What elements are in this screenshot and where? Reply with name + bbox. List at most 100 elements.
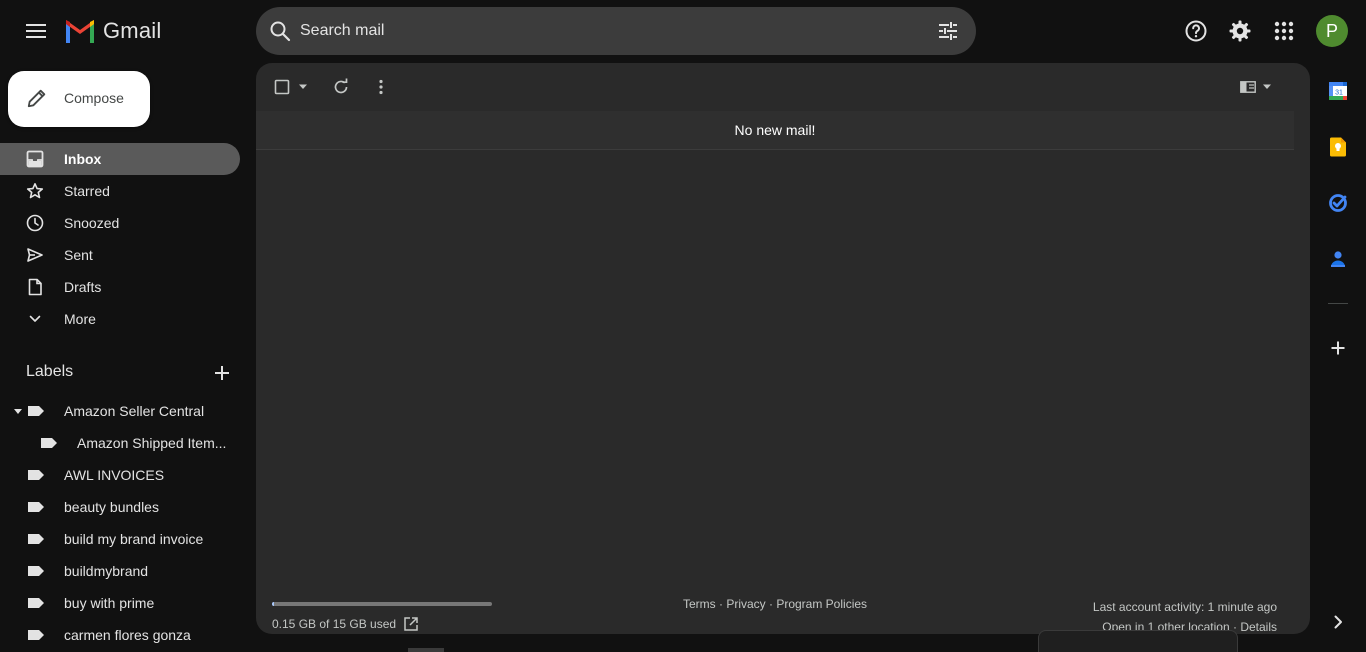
account-avatar[interactable]: P bbox=[1316, 15, 1348, 47]
svg-text:31: 31 bbox=[1335, 90, 1343, 97]
nav-more[interactable]: More bbox=[0, 303, 240, 335]
keep-app-button[interactable] bbox=[1322, 131, 1354, 163]
storage-usage-text: 0.15 GB of 15 GB used bbox=[272, 617, 397, 631]
label-tag-icon bbox=[28, 502, 44, 512]
compose-button[interactable]: Compose bbox=[8, 71, 150, 127]
label-item-amazon-shipped-items[interactable]: Amazon Shipped Item... bbox=[0, 427, 240, 459]
storage-usage-fill bbox=[272, 602, 275, 606]
label-text: buy with prime bbox=[64, 595, 155, 611]
split-pane-icon bbox=[1240, 81, 1256, 93]
gear-icon bbox=[1229, 20, 1251, 42]
footer-links[interactable]: Terms · Privacy · Program Policies bbox=[683, 597, 867, 611]
pencil-icon bbox=[27, 89, 46, 108]
search-icon[interactable] bbox=[268, 19, 292, 43]
calendar-icon: 31 bbox=[1329, 82, 1347, 100]
search-options-icon[interactable] bbox=[936, 19, 960, 43]
side-panel-divider bbox=[1328, 303, 1348, 304]
caret-down-icon[interactable] bbox=[298, 84, 308, 90]
label-item-carmen-flores-gonza[interactable]: carmen flores gonza bbox=[0, 619, 240, 651]
split-pane-toggle[interactable] bbox=[1240, 77, 1272, 97]
mail-list-panel: No new mail! 0.15 GB of 15 GB used Terms… bbox=[256, 63, 1310, 634]
storage-usage[interactable]: 0.15 GB of 15 GB used bbox=[272, 617, 418, 631]
chevron-down-icon bbox=[29, 315, 41, 322]
footer-links-text[interactable]: Terms · Privacy · Program Policies bbox=[683, 597, 867, 611]
label-tag-icon bbox=[28, 630, 44, 640]
more-vertical-icon bbox=[379, 79, 383, 95]
keep-icon bbox=[1330, 137, 1346, 157]
minimized-window-tab[interactable] bbox=[1038, 630, 1238, 652]
label-tag-icon bbox=[41, 438, 57, 448]
label-tag-icon bbox=[28, 406, 44, 416]
labels-heading: Labels bbox=[26, 363, 74, 380]
label-text: build my brand invoice bbox=[64, 531, 204, 547]
nav-sent-label: Sent bbox=[64, 247, 93, 263]
main-menu-button[interactable] bbox=[16, 11, 56, 51]
label-item-amazon-seller-central[interactable]: Amazon Seller Central bbox=[0, 395, 240, 427]
label-text: Amazon Shipped Item... bbox=[77, 435, 227, 451]
search-bar[interactable] bbox=[256, 7, 976, 55]
nav-sent[interactable]: Sent bbox=[0, 239, 240, 271]
compose-label: Compose bbox=[64, 90, 124, 106]
draft-icon bbox=[28, 278, 42, 296]
nav-snoozed-label: Snoozed bbox=[64, 215, 120, 231]
label-tag-icon bbox=[28, 566, 44, 576]
nav-starred[interactable]: Starred bbox=[0, 175, 240, 207]
contacts-app-button[interactable] bbox=[1322, 243, 1354, 275]
create-label-icon[interactable] bbox=[210, 361, 234, 385]
scroll-indicator bbox=[408, 648, 444, 652]
avatar-letter: P bbox=[1325, 20, 1338, 41]
label-tag-icon bbox=[28, 598, 44, 608]
caret-down-icon[interactable] bbox=[14, 409, 22, 414]
support-button[interactable] bbox=[1176, 11, 1216, 51]
contacts-icon bbox=[1331, 251, 1345, 267]
nav-drafts[interactable]: Drafts bbox=[0, 271, 240, 303]
expand-side-panel-button[interactable] bbox=[1322, 606, 1354, 638]
google-apps-button[interactable] bbox=[1264, 11, 1304, 51]
nav-drafts-label: Drafts bbox=[64, 279, 102, 295]
caret-down-icon[interactable] bbox=[1262, 84, 1272, 90]
nav-more-label: More bbox=[64, 311, 96, 327]
label-text: buildmybrand bbox=[64, 563, 149, 579]
label-item-buy-with-prime[interactable]: buy with prime bbox=[0, 587, 240, 619]
checkbox-icon bbox=[274, 79, 290, 95]
tasks-app-button[interactable] bbox=[1322, 187, 1354, 219]
gmail-m-icon bbox=[66, 20, 94, 43]
nav-inbox-label: Inbox bbox=[64, 151, 102, 167]
inbox-icon bbox=[26, 150, 44, 168]
gmail-logo[interactable]: Gmail bbox=[64, 16, 161, 46]
label-item-build-my-brand-invoice[interactable]: build my brand invoice bbox=[0, 523, 240, 555]
label-text: carmen flores gonza bbox=[64, 627, 191, 643]
apps-grid-icon bbox=[1274, 21, 1294, 41]
select-all-checkbox[interactable] bbox=[274, 77, 308, 97]
label-tag-icon bbox=[28, 470, 44, 480]
nav-starred-label: Starred bbox=[64, 183, 110, 199]
label-text: Amazon Seller Central bbox=[64, 403, 205, 419]
settings-button[interactable] bbox=[1220, 11, 1260, 51]
search-input[interactable] bbox=[300, 15, 920, 47]
gmail-logo-text: Gmail bbox=[103, 18, 162, 43]
storage-usage-bar bbox=[272, 602, 492, 606]
last-activity-text: Last account activity: 1 minute ago bbox=[1092, 600, 1277, 614]
label-item-beauty-bundles[interactable]: beauty bundles bbox=[0, 491, 240, 523]
label-text: beauty bundles bbox=[64, 499, 159, 515]
send-icon bbox=[27, 248, 43, 262]
nav-snoozed[interactable]: Snoozed bbox=[0, 207, 240, 239]
calendar-app-button[interactable]: 31 bbox=[1322, 75, 1354, 107]
help-icon bbox=[1185, 20, 1207, 42]
nav-inbox[interactable]: Inbox bbox=[0, 143, 240, 175]
tasks-icon bbox=[1329, 194, 1347, 212]
refresh-button[interactable] bbox=[332, 77, 350, 97]
label-item-buildmybrand[interactable]: buildmybrand bbox=[0, 555, 240, 587]
label-item-awl-invoices[interactable]: AWL INVOICES bbox=[0, 459, 240, 491]
more-options-button[interactable] bbox=[378, 77, 384, 97]
open-in-new-icon[interactable] bbox=[404, 617, 418, 631]
refresh-icon bbox=[334, 78, 348, 94]
chevron-right-icon bbox=[1334, 615, 1342, 629]
star-icon bbox=[26, 183, 44, 199]
label-tag-icon bbox=[28, 534, 44, 544]
hamburger-icon bbox=[26, 24, 46, 38]
notice-text: No new mail! bbox=[734, 122, 816, 138]
label-text: AWL INVOICES bbox=[64, 467, 165, 483]
get-addons-button[interactable] bbox=[1322, 332, 1354, 364]
empty-inbox-notice: No new mail! bbox=[256, 111, 1294, 150]
